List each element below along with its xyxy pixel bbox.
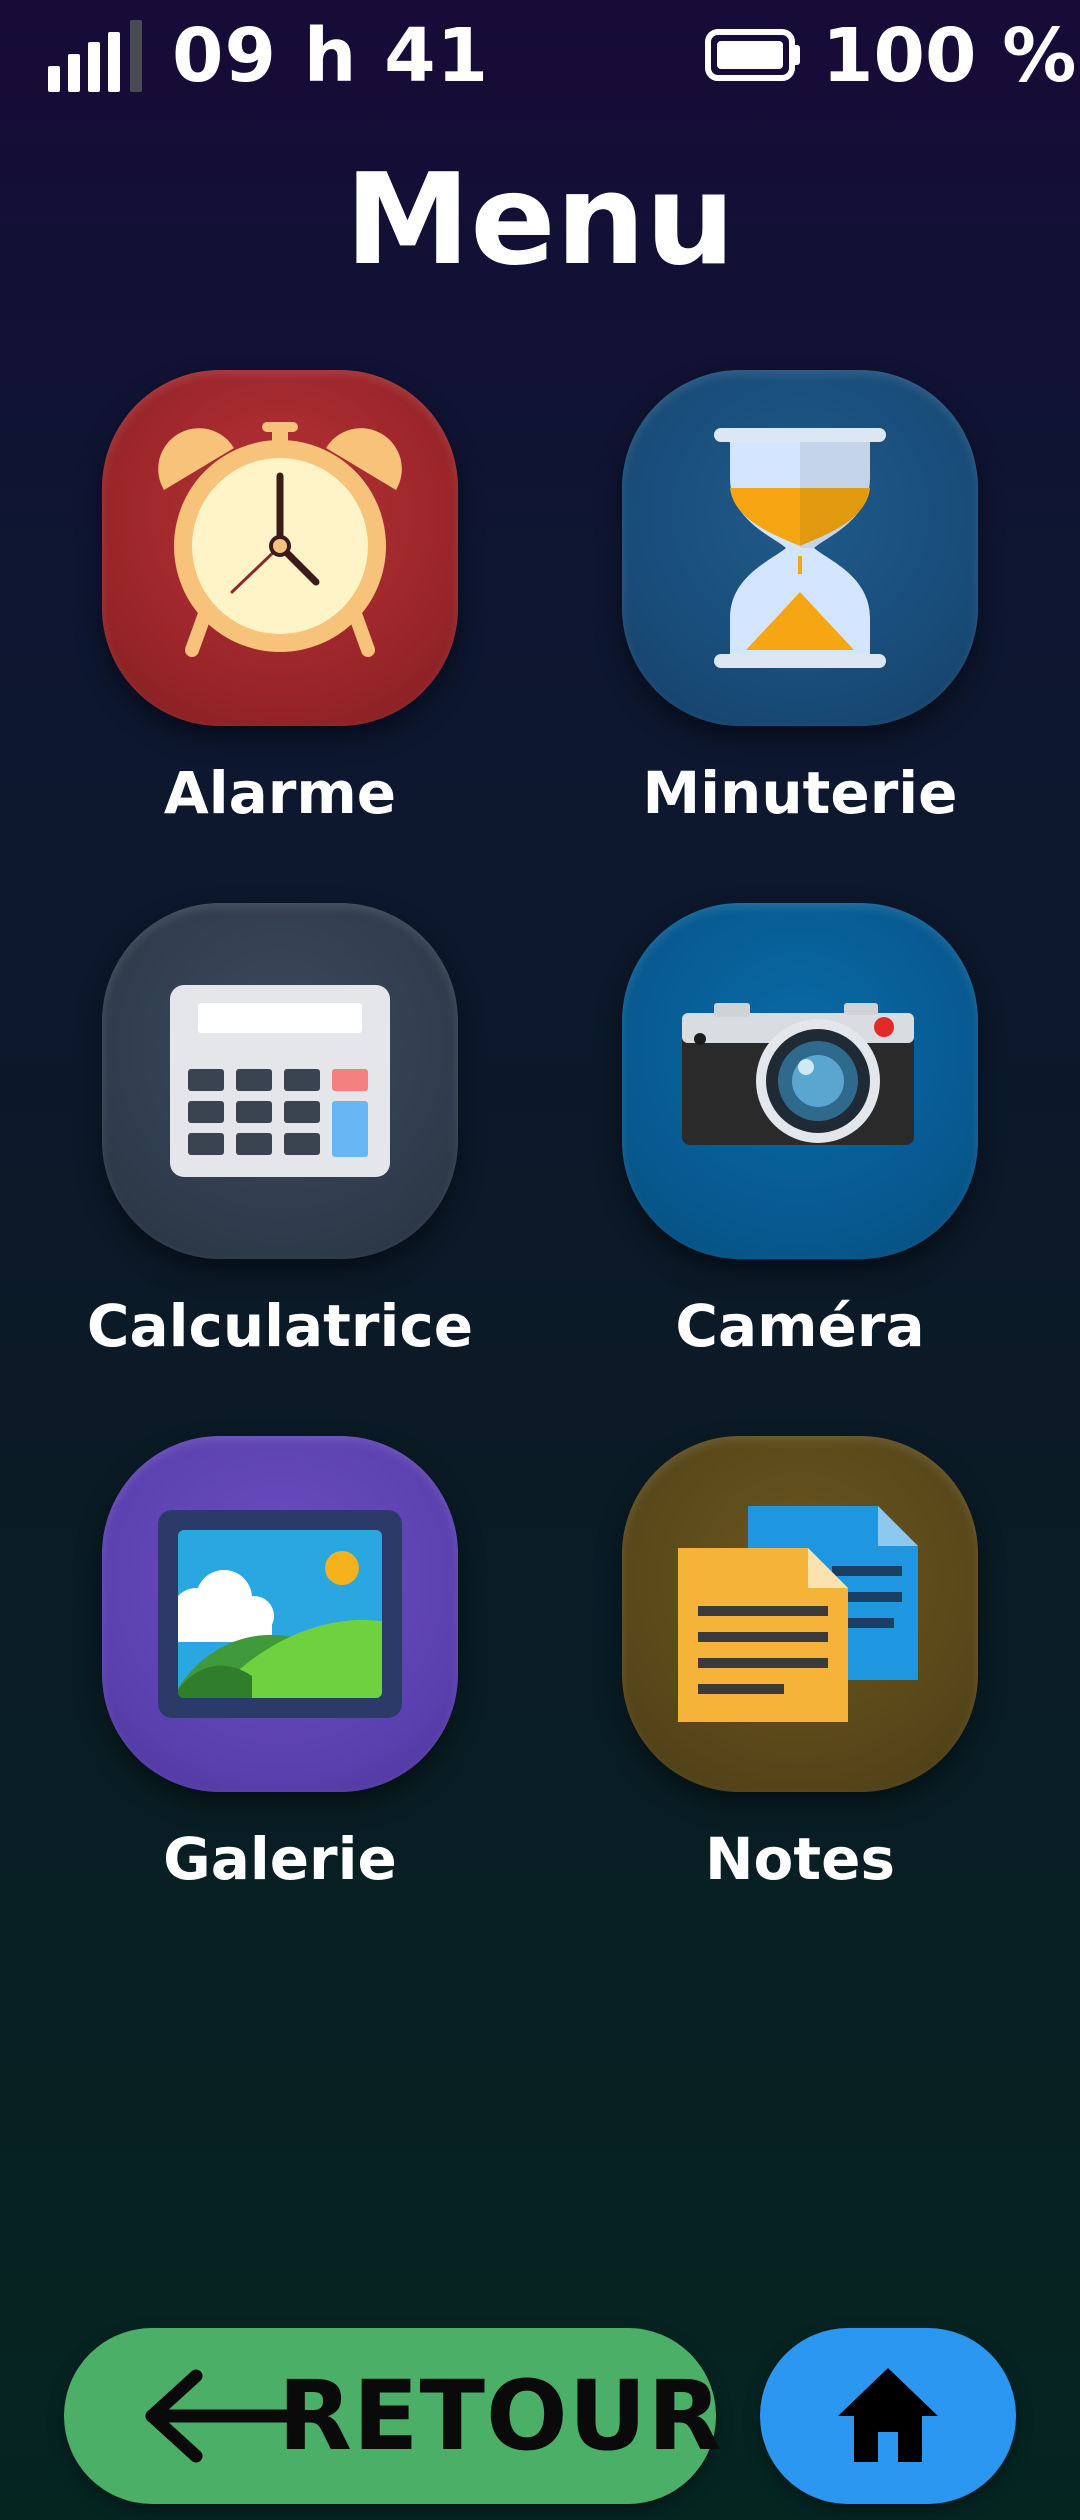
back-button-label: RETOUR xyxy=(278,2360,723,2472)
app-label-notes: Notes xyxy=(705,1825,895,1893)
app-label-calculatrice: Calculatrice xyxy=(86,1292,474,1360)
app-grid: Alarme Minuterie Calculatrice Caméra Gal… xyxy=(0,0,1080,2520)
home-button[interactable] xyxy=(760,2328,1016,2504)
app-tile-alarme[interactable]: Alarme xyxy=(40,370,520,870)
app-tile-camera[interactable]: Caméra xyxy=(560,903,1040,1403)
app-label-minuterie: Minuterie xyxy=(642,759,958,827)
app-tile-galerie[interactable]: Galerie xyxy=(40,1436,520,1936)
back-button[interactable]: RETOUR xyxy=(64,2328,721,2504)
app-label-galerie: Galerie xyxy=(163,1825,397,1893)
camera-icon[interactable] xyxy=(622,903,978,1259)
home-icon xyxy=(838,2368,938,2462)
picture-icon[interactable] xyxy=(102,1436,458,1792)
app-tile-notes[interactable]: Notes xyxy=(560,1436,1040,1936)
app-tile-minuterie[interactable]: Minuterie xyxy=(560,370,1040,870)
app-label-camera: Caméra xyxy=(675,1292,925,1360)
hourglass-icon[interactable] xyxy=(622,370,978,726)
notes-icon[interactable] xyxy=(622,1436,978,1792)
calculator-icon[interactable] xyxy=(102,903,458,1259)
app-tile-calculatrice[interactable]: Calculatrice xyxy=(40,903,520,1403)
alarm-clock-icon[interactable] xyxy=(102,370,458,726)
app-label-alarme: Alarme xyxy=(163,759,397,827)
